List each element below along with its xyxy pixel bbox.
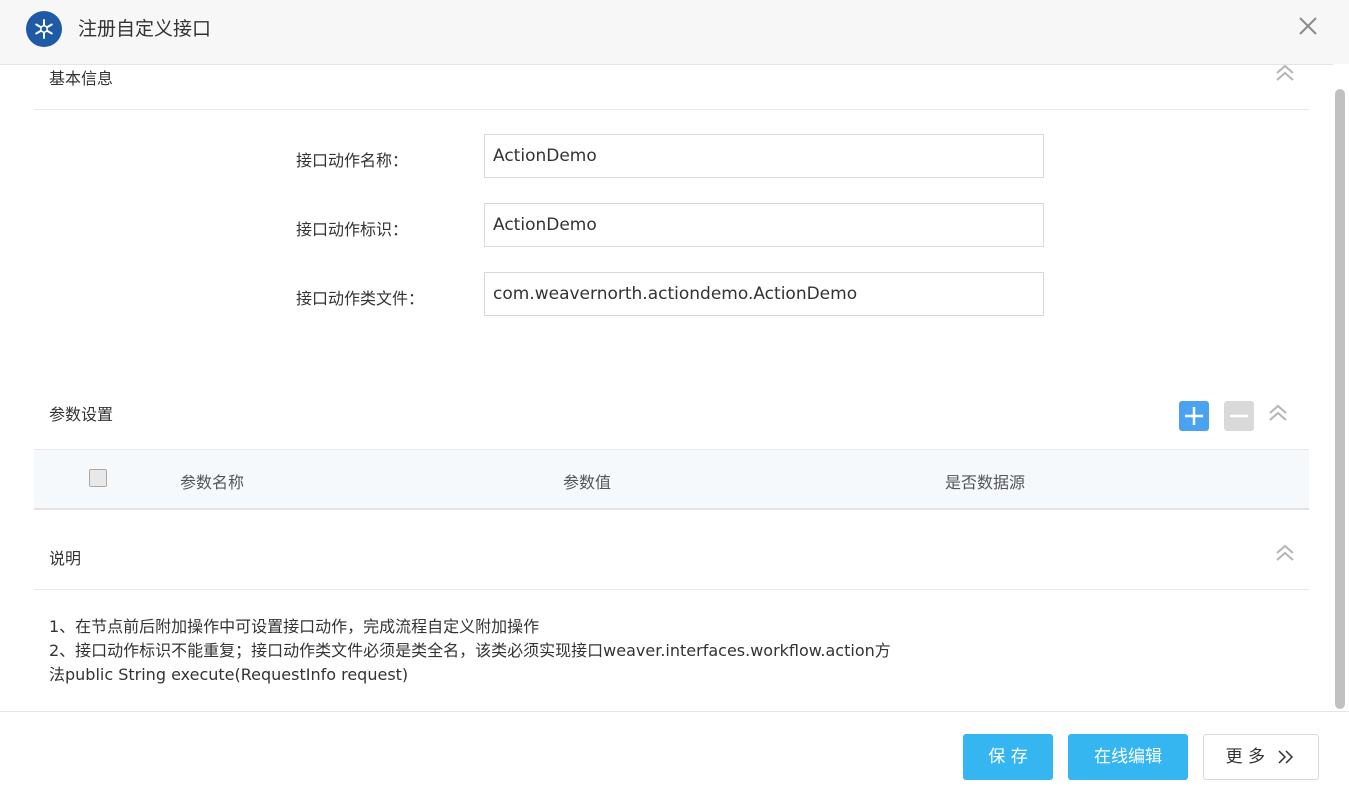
action-class-input[interactable] xyxy=(484,272,1044,316)
snowflake-icon xyxy=(26,11,62,47)
description-header: 说明 xyxy=(34,530,1309,590)
register-interface-dialog: 注册自定义接口 基本信息 接口动作名称： 接口动作标识： 接口动作类文件： 参数… xyxy=(0,0,1349,804)
double-chevron-right-icon xyxy=(1278,750,1294,764)
description-text: 1、在节点前后附加操作中可设置接口动作，完成流程自定义附加操作 2、接口动作标识… xyxy=(49,615,1029,687)
plus-icon xyxy=(1185,407,1203,425)
basic-info-header: 基本信息 xyxy=(34,64,1309,110)
action-name-input[interactable] xyxy=(484,134,1044,178)
more-button[interactable]: 更 多 xyxy=(1203,734,1319,780)
remove-param-button[interactable] xyxy=(1224,401,1254,431)
dialog-titlebar: 注册自定义接口 xyxy=(0,0,1349,65)
params-header: 参数设置 xyxy=(34,390,1309,450)
action-id-input[interactable] xyxy=(484,203,1044,247)
save-button[interactable]: 保 存 xyxy=(963,734,1053,780)
close-icon[interactable] xyxy=(1296,14,1320,38)
collapse-description-icon[interactable] xyxy=(1274,543,1296,565)
description-line: 1、在节点前后附加操作中可设置接口动作，完成流程自定义附加操作 xyxy=(49,617,540,636)
description-line: 2、接口动作标识不能重复；接口动作类文件必须是类全名，该类必须实现接口weave… xyxy=(49,641,891,660)
action-name-label: 接口动作名称： xyxy=(296,151,409,170)
online-edit-button[interactable]: 在线编辑 xyxy=(1068,734,1188,780)
dialog-title: 注册自定义接口 xyxy=(78,18,212,40)
more-label: 更 多 xyxy=(1225,747,1265,767)
scrollbar-thumb[interactable] xyxy=(1335,89,1345,709)
params-title: 参数设置 xyxy=(49,405,114,424)
minus-icon xyxy=(1230,414,1248,418)
col-param-value: 参数值 xyxy=(563,473,612,492)
select-all-checkbox[interactable] xyxy=(89,469,107,487)
add-param-button[interactable] xyxy=(1179,401,1209,431)
collapse-params-icon[interactable] xyxy=(1267,403,1289,425)
col-is-datasource: 是否数据源 xyxy=(945,473,1026,492)
col-param-name: 参数名称 xyxy=(180,473,245,492)
action-id-label: 接口动作标识： xyxy=(296,220,409,239)
action-class-label: 接口动作类文件： xyxy=(296,289,425,308)
basic-info-title: 基本信息 xyxy=(49,69,114,88)
description-title: 说明 xyxy=(49,549,82,568)
collapse-basic-info-icon[interactable] xyxy=(1274,63,1296,85)
description-line: 法public String execute(RequestInfo reque… xyxy=(49,665,409,684)
